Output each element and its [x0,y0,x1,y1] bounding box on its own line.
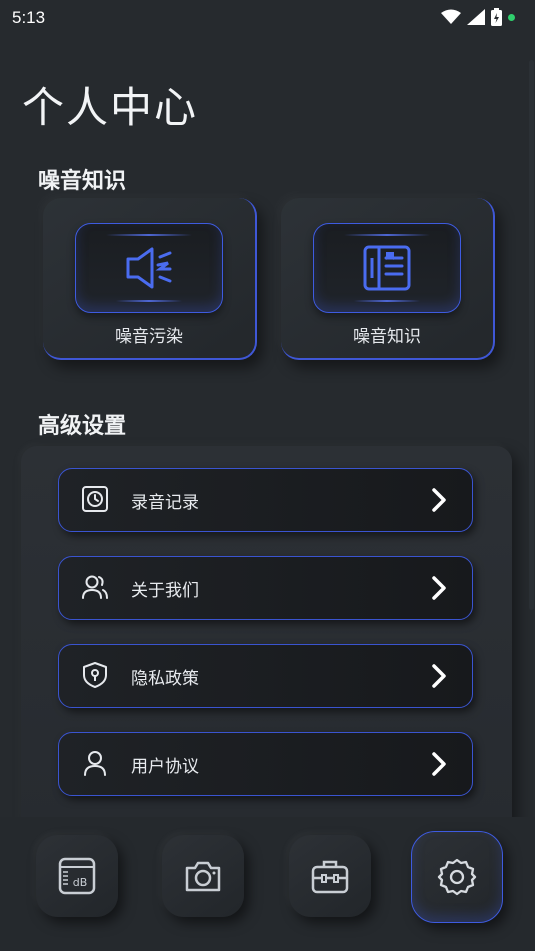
section-title-knowledge: 噪音知识 [38,169,127,194]
section-title-settings: 高级设置 [38,414,127,439]
battery-icon [491,8,502,26]
camera-icon [185,861,221,892]
page-title: 个人中心 [22,83,199,132]
card-label: 噪音污染 [115,327,183,347]
notification-dot [508,13,515,21]
card-icon-frame [313,223,461,313]
wifi-icon [441,9,461,24]
user-icon [84,751,106,776]
toolbox-icon [311,860,349,894]
chevron-right-icon [432,576,446,600]
nav-db-meter[interactable]: dB [36,835,118,917]
bottom-nav: dB [0,817,535,951]
settings-item-privacy-policy[interactable]: 隐私政策 [58,644,473,708]
chevron-right-icon [432,488,446,512]
scrollbar[interactable] [529,60,534,610]
settings-item-label: 录音记录 [131,493,199,513]
settings-item-label: 用户协议 [131,757,199,777]
card-noise-knowledge[interactable]: 噪音知识 [281,198,495,360]
db-label: dB [73,876,88,889]
speaker-noise-icon [126,247,172,289]
settings-item-user-agreement[interactable]: 用户协议 [58,732,473,796]
settings-item-label: 隐私政策 [131,669,199,689]
signal-icon [467,9,485,25]
settings-item-about-us[interactable]: 关于我们 [58,556,473,620]
settings-item-recordings[interactable]: 录音记录 [58,468,473,532]
card-icon-frame [75,223,223,313]
status-time: 5:13 [12,8,46,27]
card-noise-pollution[interactable]: 噪音污染 [43,198,257,360]
status-bar: 5:13 [0,0,535,36]
chevron-right-icon [432,752,446,776]
card-label: 噪音知识 [353,327,421,347]
chevron-right-icon [432,664,446,688]
db-meter-icon: dB [58,857,96,895]
book-icon [363,245,411,291]
settings-item-label: 关于我们 [131,581,199,601]
settings-panel: 录音记录 关于我们 隐私政策 用户协议 [21,446,512,826]
clock-icon [82,486,108,512]
settings-gear-icon [437,858,477,896]
nav-toolbox[interactable] [289,835,371,917]
nav-camera[interactable] [162,835,244,917]
users-icon [82,575,108,599]
status-icons [441,8,515,26]
nav-settings[interactable] [411,831,503,923]
shield-icon [83,662,107,688]
